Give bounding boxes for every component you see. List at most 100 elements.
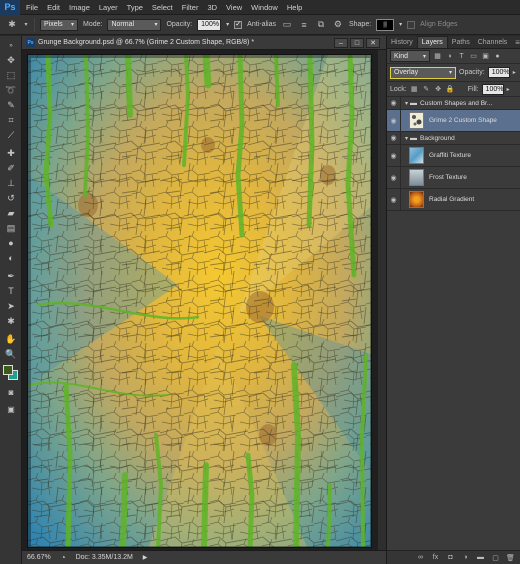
shape-picker[interactable]: ▒ <box>376 18 395 31</box>
tab-channels[interactable]: Channels <box>474 36 512 48</box>
custom-shape-tool-icon[interactable]: ✱ <box>3 315 19 327</box>
trash-icon[interactable]: 🗑 <box>506 553 515 562</box>
eye-icon[interactable]: ◉ <box>387 167 401 188</box>
layer-style-icon[interactable]: fx <box>431 553 440 562</box>
panel-collapse-icon[interactable]: » <box>3 40 19 52</box>
pixel-filter-icon[interactable]: ▦ <box>433 52 442 61</box>
new-group-icon[interactable]: ▬ <box>476 553 485 562</box>
canvas-area[interactable] <box>22 50 386 550</box>
gradient-tool-icon[interactable]: ▤ <box>3 222 19 234</box>
eye-icon[interactable]: ◉ <box>387 189 401 210</box>
menu-help[interactable]: Help <box>287 3 302 12</box>
status-arrow-icon[interactable]: ▶ <box>143 554 148 561</box>
opacity-field[interactable]: 100% <box>197 18 222 31</box>
layer-grime-2-custom-shape[interactable]: ◉ Grime 2 Custom Shape <box>387 110 520 132</box>
history-brush-tool-icon[interactable]: ↺ <box>3 192 19 204</box>
adjustment-filter-icon[interactable]: ◑ <box>445 52 454 61</box>
adjustment-layer-icon[interactable]: ◑ <box>461 553 470 562</box>
link-layers-icon[interactable]: ∞ <box>416 553 425 562</box>
layer-opacity-field[interactable]: 100% <box>487 67 510 78</box>
menu-3d[interactable]: 3D <box>207 3 217 12</box>
tab-layers[interactable]: Layers <box>416 36 448 48</box>
expand-arrow-icon[interactable]: ▾ <box>405 100 408 107</box>
blend-mode-select[interactable]: Normal ▾ <box>107 18 162 31</box>
menu-layer[interactable]: Layer <box>99 3 118 12</box>
menu-edit[interactable]: Edit <box>47 3 60 12</box>
lasso-tool-icon[interactable]: ➰ <box>3 84 19 96</box>
close-button[interactable]: ✕ <box>366 38 380 48</box>
marquee-tool-icon[interactable]: ⬚ <box>3 69 19 81</box>
lock-transparent-icon[interactable]: ▦ <box>410 85 419 94</box>
custom-shape-icon[interactable]: ✱ <box>6 19 18 31</box>
path-alignment-icon[interactable]: ≡ <box>298 19 310 31</box>
path-operations-icon[interactable]: ▭ <box>281 19 293 31</box>
path-arrangement-icon[interactable]: ⧉ <box>315 19 327 31</box>
lock-image-icon[interactable]: ✎ <box>422 85 431 94</box>
blur-tool-icon[interactable]: ● <box>3 237 19 249</box>
vertical-scrollbar[interactable] <box>378 50 386 550</box>
menu-select[interactable]: Select <box>152 3 173 12</box>
spot-healing-tool-icon[interactable]: ✚ <box>3 147 19 159</box>
eraser-tool-icon[interactable]: ▰ <box>3 207 19 219</box>
pen-tool-icon[interactable]: ✒ <box>3 270 19 282</box>
layer-frost-texture[interactable]: ◉ Frost Texture <box>387 167 520 189</box>
panel-menu-icon[interactable]: ≡ <box>511 36 520 48</box>
smart-object-filter-icon[interactable]: ▣ <box>481 52 490 61</box>
minimize-button[interactable]: – <box>334 38 348 48</box>
menu-file[interactable]: File <box>26 3 38 12</box>
layer-blend-mode-select[interactable]: Overlay ▾ <box>390 66 456 79</box>
eye-icon[interactable]: ◉ <box>387 145 401 166</box>
fill-field[interactable]: 100% <box>481 83 504 95</box>
foreground-color-swatch[interactable] <box>3 365 13 375</box>
hand-tool-icon[interactable]: ✋ <box>3 333 19 345</box>
filter-toggle-icon[interactable]: ● <box>493 52 502 61</box>
screen-mode-icon[interactable]: ▣ <box>3 403 19 415</box>
brush-tool-icon[interactable]: ✐ <box>3 162 19 174</box>
eye-icon[interactable]: ◉ <box>387 97 401 109</box>
chevron-down-icon[interactable]: ▾ <box>226 21 229 28</box>
lock-all-icon[interactable]: 🔒 <box>446 85 455 94</box>
eye-icon[interactable]: ◉ <box>387 110 401 131</box>
layer-graffiti-texture[interactable]: ◉ Graffiti Texture <box>387 145 520 167</box>
eye-icon[interactable]: ◉ <box>387 132 401 144</box>
status-menu-icon[interactable]: ◔ <box>61 553 66 562</box>
chevron-right-icon[interactable]: ▸ <box>507 86 510 93</box>
quick-selection-tool-icon[interactable]: ✎ <box>3 99 19 111</box>
maximize-button[interactable]: □ <box>350 38 364 48</box>
move-tool-icon[interactable]: ✥ <box>3 54 19 66</box>
chevron-right-icon[interactable]: ▸ <box>513 69 516 76</box>
type-tool-icon[interactable]: T <box>3 285 19 297</box>
menu-image[interactable]: Image <box>69 3 90 12</box>
document-tab[interactable]: Ps Grunge Background.psd @ 66.7% (Grime … <box>22 36 386 50</box>
lock-position-icon[interactable]: ✥ <box>434 85 443 94</box>
gear-icon[interactable]: ⚙ <box>332 19 344 31</box>
zoom-level[interactable]: 66.67% <box>27 554 51 561</box>
chevron-down-icon[interactable]: ▾ <box>399 21 402 28</box>
antialias-checkbox[interactable]: ✓ <box>234 20 243 29</box>
dodge-tool-icon[interactable]: ◐ <box>3 252 19 264</box>
crop-tool-icon[interactable]: ⌗ <box>3 114 19 126</box>
eyedropper-tool-icon[interactable]: ⟋ <box>3 129 19 141</box>
expand-arrow-icon[interactable]: ▾ <box>405 135 408 142</box>
menu-filter[interactable]: Filter <box>182 3 199 12</box>
align-edges-checkbox[interactable] <box>407 20 416 29</box>
new-layer-icon[interactable]: ▢ <box>491 553 500 562</box>
shape-filter-icon[interactable]: ▭ <box>469 52 478 61</box>
tool-mode-select[interactable]: Pixels ▾ <box>40 18 78 31</box>
layer-group-custom-shapes[interactable]: ◉ ▾ ▬ Custom Shapes and Br... <box>387 97 520 110</box>
menu-window[interactable]: Window <box>251 3 278 12</box>
path-selection-tool-icon[interactable]: ➤ <box>3 300 19 312</box>
canvas[interactable] <box>27 54 372 548</box>
tool-preset-caret-icon[interactable]: ▾ <box>23 19 29 31</box>
type-filter-icon[interactable]: T <box>457 52 466 61</box>
zoom-tool-icon[interactable]: 🔍 <box>3 348 19 360</box>
filter-kind-select[interactable]: Kind ▾ <box>390 50 430 62</box>
tab-paths[interactable]: Paths <box>448 36 474 48</box>
quick-mask-icon[interactable]: ◙ <box>3 386 19 398</box>
add-mask-icon[interactable]: ◘ <box>446 553 455 562</box>
layer-group-background[interactable]: ◉ ▾ ▬ Background <box>387 132 520 145</box>
clone-stamp-tool-icon[interactable]: ⊥ <box>3 177 19 189</box>
menu-view[interactable]: View <box>226 3 242 12</box>
menu-type[interactable]: Type <box>127 3 143 12</box>
tab-history[interactable]: History <box>387 36 417 48</box>
